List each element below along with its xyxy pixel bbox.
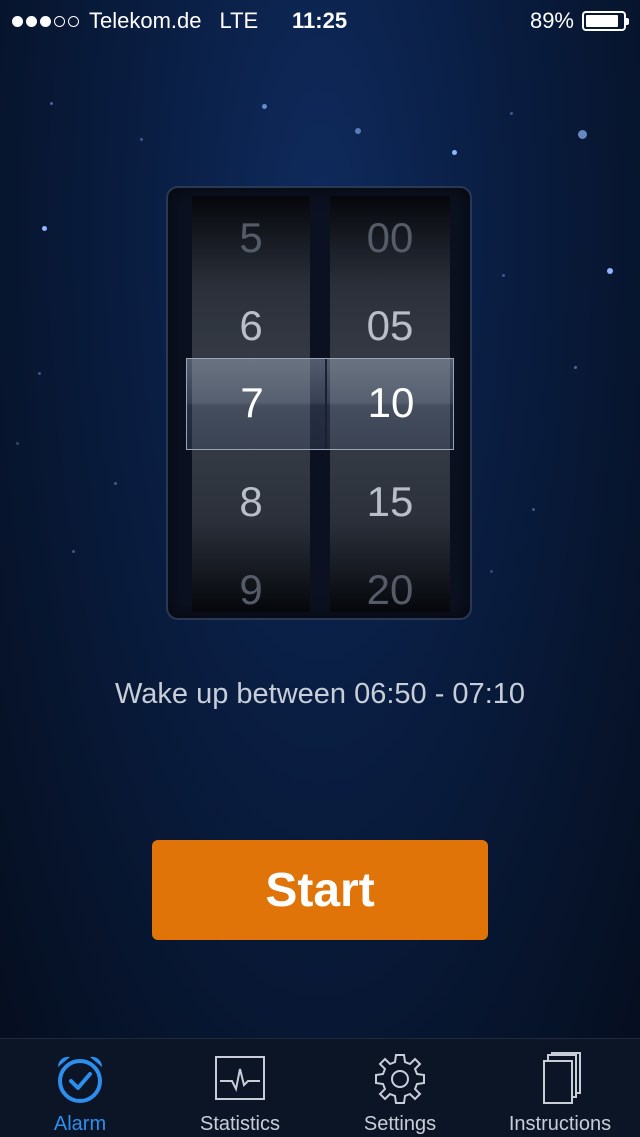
wake-up-window-text: Wake up between 06:50 - 07:10 [114, 678, 526, 710]
selected-hour[interactable]: 7 [193, 379, 311, 427]
minute-option[interactable]: 20 [330, 566, 450, 612]
start-button[interactable]: Start [152, 840, 488, 940]
minute-option[interactable]: 00 [330, 214, 450, 262]
tab-label: Alarm [53, 1113, 107, 1135]
tab-label: Settings [363, 1113, 437, 1135]
status-time: 11:25 [292, 8, 348, 33]
alarm-clock-icon [57, 1056, 103, 1103]
battery-percentage: 89% [529, 8, 574, 33]
hour-option[interactable]: 5 [192, 214, 310, 262]
statistics-icon [215, 1056, 265, 1100]
selected-minute[interactable]: 10 [331, 379, 451, 427]
minute-option[interactable]: 15 [330, 478, 450, 526]
network-type: LTE [219, 8, 259, 33]
carrier-name: Telekom.de [89, 8, 202, 33]
tab-bar: Alarm Statistics Settings Instructions [0, 1038, 640, 1137]
tab-statistics[interactable]: Statistics [160, 1039, 320, 1137]
gear-icon [375, 1054, 425, 1104]
book-icon [543, 1052, 581, 1104]
hour-option[interactable]: 6 [192, 302, 310, 350]
picker-selection-indicator: 7 10 [186, 358, 454, 450]
time-picker: 5 6 8 9 00 05 15 20 7 10 [166, 186, 472, 620]
tab-settings[interactable]: Settings [320, 1039, 480, 1137]
hour-option[interactable]: 9 [192, 566, 310, 612]
hour-option[interactable]: 8 [192, 478, 310, 526]
tab-label: Instructions [508, 1113, 612, 1135]
status-bar: Telekom.de LTE 11:25 89% [0, 0, 640, 40]
tab-label: Statistics [199, 1113, 281, 1135]
battery-icon [582, 11, 629, 31]
signal-strength-icon [12, 15, 79, 27]
tab-alarm[interactable]: Alarm [0, 1039, 160, 1137]
tab-instructions[interactable]: Instructions [480, 1039, 640, 1137]
minute-option[interactable]: 05 [330, 302, 450, 350]
